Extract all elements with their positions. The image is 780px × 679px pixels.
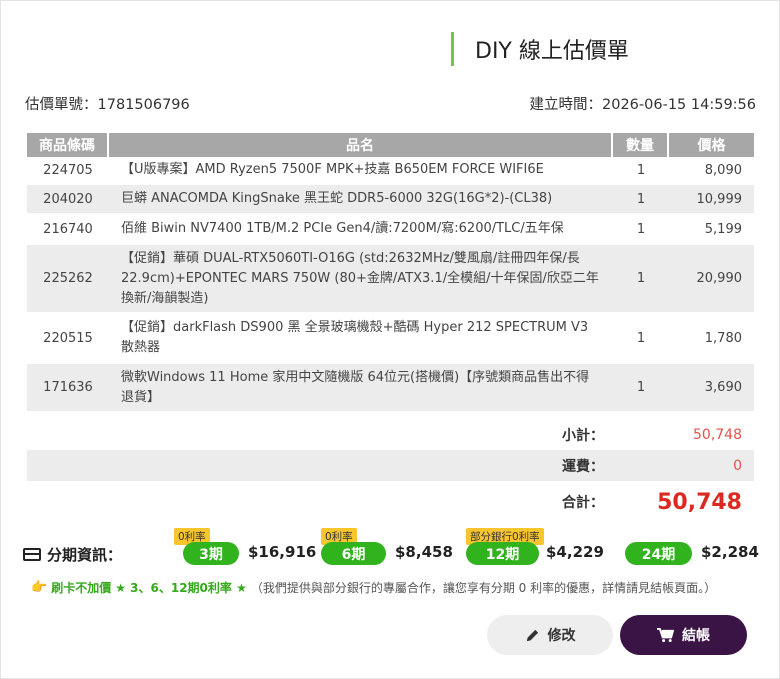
edit-button[interactable]: 修改 (487, 615, 613, 655)
page-title: DIY 線上估價單 (475, 39, 629, 64)
table-row: 216740 佰維 Biwin NV7400 1TB/M.2 PCIe Gen4… (27, 215, 754, 245)
credit-card-icon (23, 548, 41, 561)
row-name: 佰維 Biwin NV7400 1TB/M.2 PCIe Gen4/讀:7200… (109, 215, 613, 245)
plan-amount: $4,229 (546, 543, 604, 561)
row-name: 【促銷】華碩 DUAL-RTX5060TI-O16G (std:2632MHz/… (109, 245, 613, 314)
header-name: 品名 (109, 133, 613, 157)
note-text: （我們提供與部分銀行的專屬合作，讓您享有分期 0 利率的優惠，詳情請見結帳頁面。… (250, 581, 717, 595)
pencil-icon (525, 628, 540, 643)
row-name: 微軟Windows 11 Home 家用中文隨機版 64位元(搭機價)【序號類商… (109, 364, 613, 413)
installment-label: 分期資訊： (23, 544, 122, 565)
shipping-value: 0 (733, 457, 742, 474)
checkout-button[interactable]: 結帳 (620, 615, 747, 655)
shipping-row: 運費： 0 (27, 450, 754, 481)
header-code: 商品條碼 (27, 133, 109, 157)
shipping-label: 運費： (562, 458, 604, 475)
plan-period: 6期 (321, 542, 386, 565)
row-price: 20,990 (669, 245, 754, 314)
quote-number-value: 1781506796 (97, 97, 190, 113)
row-name: 巨蟒 ANACOMDA KingSnake 黑王蛇 DDR5-6000 32G(… (109, 185, 613, 215)
table-row: 171636 微軟Windows 11 Home 家用中文隨機版 64位元(搭機… (27, 364, 754, 413)
plan-amount: $2,284 (701, 543, 759, 561)
installment-label-text: 分期資訊： (47, 546, 123, 564)
row-qty: 1 (613, 364, 669, 413)
table-row: 224705 【U版專案】AMD Ryzen5 7500F MPK+技嘉 B65… (27, 157, 754, 185)
row-qty: 1 (613, 215, 669, 245)
subtotal-row: 小計： 50,748 (27, 419, 754, 450)
row-price: 1,780 (669, 314, 754, 364)
created-time: 建立時間：2026-06-15 14:59:56 (530, 93, 757, 114)
row-price: 5,199 (669, 215, 754, 245)
row-qty: 1 (613, 157, 669, 185)
total-value: 50,748 (657, 489, 742, 515)
note-zero-interest: ★ 3、6、12期0利率 ★ (115, 581, 247, 595)
row-code: 216740 (27, 215, 109, 245)
cart-icon (657, 627, 674, 643)
total-label: 合計： (562, 495, 604, 511)
row-price: 10,999 (669, 185, 754, 215)
row-name: 【促銷】darkFlash DS900 黑 全景玻璃機殼+酷碼 Hyper 21… (109, 314, 613, 364)
installment-note: 👉 刷卡不加價 ★ 3、6、12期0利率 ★ （我們提供與部分銀行的專屬合作，讓… (31, 579, 716, 596)
row-price: 3,690 (669, 364, 754, 413)
row-code: 224705 (27, 157, 109, 185)
subtotal-label: 小計： (562, 427, 604, 444)
row-code: 204020 (27, 185, 109, 215)
plan-period: 24期 (625, 542, 692, 565)
row-qty: 1 (613, 314, 669, 364)
header-qty: 數量 (613, 133, 669, 157)
items-table: 商品條碼 品名 數量 價格 224705 【U版專案】AMD Ryzen5 75… (27, 133, 754, 413)
plan-period: 12期 (466, 542, 539, 565)
row-qty: 1 (613, 185, 669, 215)
row-name: 【U版專案】AMD Ryzen5 7500F MPK+技嘉 B650EM FOR… (109, 157, 613, 185)
plan-amount: $8,458 (395, 543, 453, 561)
row-qty: 1 (613, 245, 669, 314)
subtotal-value: 50,748 (693, 426, 742, 443)
created-time-value: 2026-06-15 14:59:56 (602, 97, 756, 113)
table-row: 220515 【促銷】darkFlash DS900 黑 全景玻璃機殼+酷碼 H… (27, 314, 754, 364)
table-header: 商品條碼 品名 數量 價格 (27, 133, 754, 157)
title-bar: DIY 線上估價單 (451, 32, 629, 66)
table-row: 225262 【促銷】華碩 DUAL-RTX5060TI-O16G (std:2… (27, 245, 754, 314)
row-price: 8,090 (669, 157, 754, 185)
row-code: 171636 (27, 364, 109, 413)
checkout-button-label: 結帳 (682, 628, 710, 644)
quote-number: 估價單號：1781506796 (25, 93, 190, 114)
plan-period: 3期 (183, 542, 239, 565)
plan-amount: $16,916 (248, 543, 317, 561)
row-code: 225262 (27, 245, 109, 314)
quote-number-label: 估價單號： (25, 97, 98, 113)
row-code: 220515 (27, 314, 109, 364)
total-row: 合計： 50,748 (27, 484, 754, 520)
table-row: 204020 巨蟒 ANACOMDA KingSnake 黑王蛇 DDR5-60… (27, 185, 754, 215)
edit-button-label: 修改 (547, 628, 576, 644)
created-time-label: 建立時間： (529, 97, 603, 113)
pointing-hand-icon: 👉 (31, 580, 48, 595)
header-price: 價格 (669, 133, 754, 157)
note-no-surcharge: 刷卡不加價 (51, 581, 112, 595)
